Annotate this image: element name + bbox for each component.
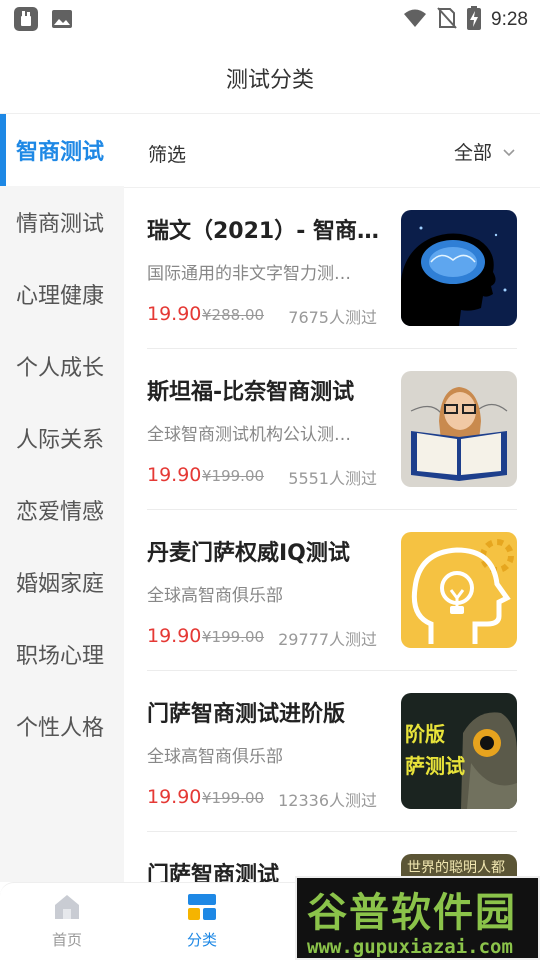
item-price: 19.90 [147, 786, 202, 808]
item-original-price: ¥199.00 [202, 628, 265, 646]
list-item[interactable]: 斯坦福-比奈智商测试 全球智商测试机构公认测… 19.90 ¥199.00 55… [147, 349, 517, 510]
thumb-text: 世界的聪明人都 [407, 860, 505, 876]
status-time: 9:28 [491, 9, 528, 30]
item-price: 19.90 [147, 464, 202, 486]
owl-thumbnail: 阶版 萨测试 [401, 693, 517, 809]
home-icon [52, 895, 82, 925]
item-price: 19.90 [147, 625, 202, 647]
category-sidebar: 智商测试 情商测试 心理健康 个人成长 人际关系 恋爱情感 婚姻家庭 职场心理 … [0, 114, 124, 882]
item-title: 门萨智商测试进阶版 [147, 702, 346, 727]
wifi-icon [403, 7, 427, 33]
nav-tab-label: 分类 [186, 931, 217, 949]
page-title: 测试分类 [225, 68, 314, 93]
item-test-count: 29777人测过 [278, 630, 377, 649]
sidebar-item-label: 人际关系 [16, 428, 105, 453]
filter-bar: 筛选 全部 [124, 114, 540, 188]
sidebar-item-relationships[interactable]: 人际关系 [0, 402, 124, 474]
thumb-text: 阶版 [405, 722, 445, 746]
lightbulb-head-thumbnail [401, 532, 517, 648]
sidebar-item-label: 个性人格 [16, 716, 105, 741]
list-item[interactable]: 门萨智商测试 世界的聪明人都 [147, 832, 517, 882]
no-sim-icon [437, 7, 457, 33]
item-price: 19.90 [147, 303, 202, 325]
nav-tab-label: 首页 [51, 931, 82, 949]
item-original-price: ¥199.00 [202, 467, 265, 485]
reading-woman-thumbnail [401, 371, 517, 487]
brain-thumbnail [401, 210, 517, 326]
item-test-count: 12336人测过 [278, 791, 377, 810]
sidebar-item-label: 情商测试 [16, 212, 105, 237]
sidebar-item-label: 职场心理 [16, 644, 105, 669]
nav-tab-category[interactable]: 分类 [157, 893, 247, 950]
gallery-icon [50, 7, 74, 35]
status-bar: 9:28 [0, 0, 540, 38]
list-item[interactable]: 门萨智商测试进阶版 全球高智商俱乐部 19.90 ¥199.00 12336人测… [147, 671, 517, 832]
item-description: 国际通用的非文字智力测… [147, 264, 351, 284]
item-description: 全球高智商俱乐部 [147, 586, 283, 606]
test-list: 瑞文（2021）- 智商… 国际通用的非文字智力测… 19.90 ¥288.00… [124, 188, 540, 882]
item-original-price: ¥288.00 [202, 306, 265, 324]
item-original-price: ¥199.00 [202, 789, 265, 807]
watermark-title: 谷普软件园 [307, 890, 517, 936]
app-header: 测试分类 [0, 38, 540, 114]
list-item[interactable]: 瑞文（2021）- 智商… 国际通用的非文字智力测… 19.90 ¥288.00… [147, 188, 517, 349]
sidebar-item-eq-test[interactable]: 情商测试 [0, 186, 124, 258]
item-title: 瑞文（2021）- 智商… [147, 219, 380, 244]
sidebar-item-label: 心理健康 [16, 284, 105, 309]
list-item[interactable]: 丹麦门萨权威IQ测试 全球高智商俱乐部 19.90 ¥199.00 29777人… [147, 510, 517, 671]
item-title: 丹麦门萨权威IQ测试 [147, 541, 350, 566]
nav-tab-home[interactable]: 首页 [22, 893, 112, 950]
sidebar-item-label: 个人成长 [16, 356, 105, 381]
category-icon [187, 894, 217, 925]
item-title: 斯坦福-比奈智商测试 [147, 380, 355, 405]
sidebar-item-label: 智商测试 [16, 140, 105, 165]
item-test-count: 7675人测过 [288, 308, 377, 327]
filter-label: 筛选 [148, 144, 187, 166]
sidebar-item-personal-growth[interactable]: 个人成长 [0, 330, 124, 402]
chevron-down-icon [502, 141, 516, 163]
sidebar-item-mental-health[interactable]: 心理健康 [0, 258, 124, 330]
sidebar-item-label: 恋爱情感 [16, 500, 105, 525]
thumb-text: 萨测试 [405, 754, 465, 778]
item-description: 全球智商测试机构公认测… [147, 425, 351, 445]
item-description: 全球高智商俱乐部 [147, 747, 283, 767]
filter-selected-value: 全部 [453, 142, 492, 164]
filter-dropdown[interactable]: 全部 [454, 138, 516, 165]
sidebar-item-marriage-family[interactable]: 婚姻家庭 [0, 546, 124, 618]
sidebar-item-personality[interactable]: 个性人格 [0, 690, 124, 762]
sidebar-item-label: 婚姻家庭 [16, 572, 105, 597]
sidebar-item-iq-test[interactable]: 智商测试 [0, 114, 124, 186]
item-test-count: 5551人测过 [288, 469, 377, 488]
watermark-url: www.gupuxiazai.com [307, 936, 513, 958]
watermark: 谷普软件园 www.gupuxiazai.com [295, 876, 540, 960]
battery-charging-icon [467, 6, 482, 34]
sidebar-item-love[interactable]: 恋爱情感 [0, 474, 124, 546]
notification-app-icon [14, 7, 38, 31]
sidebar-item-workplace[interactable]: 职场心理 [0, 618, 124, 690]
